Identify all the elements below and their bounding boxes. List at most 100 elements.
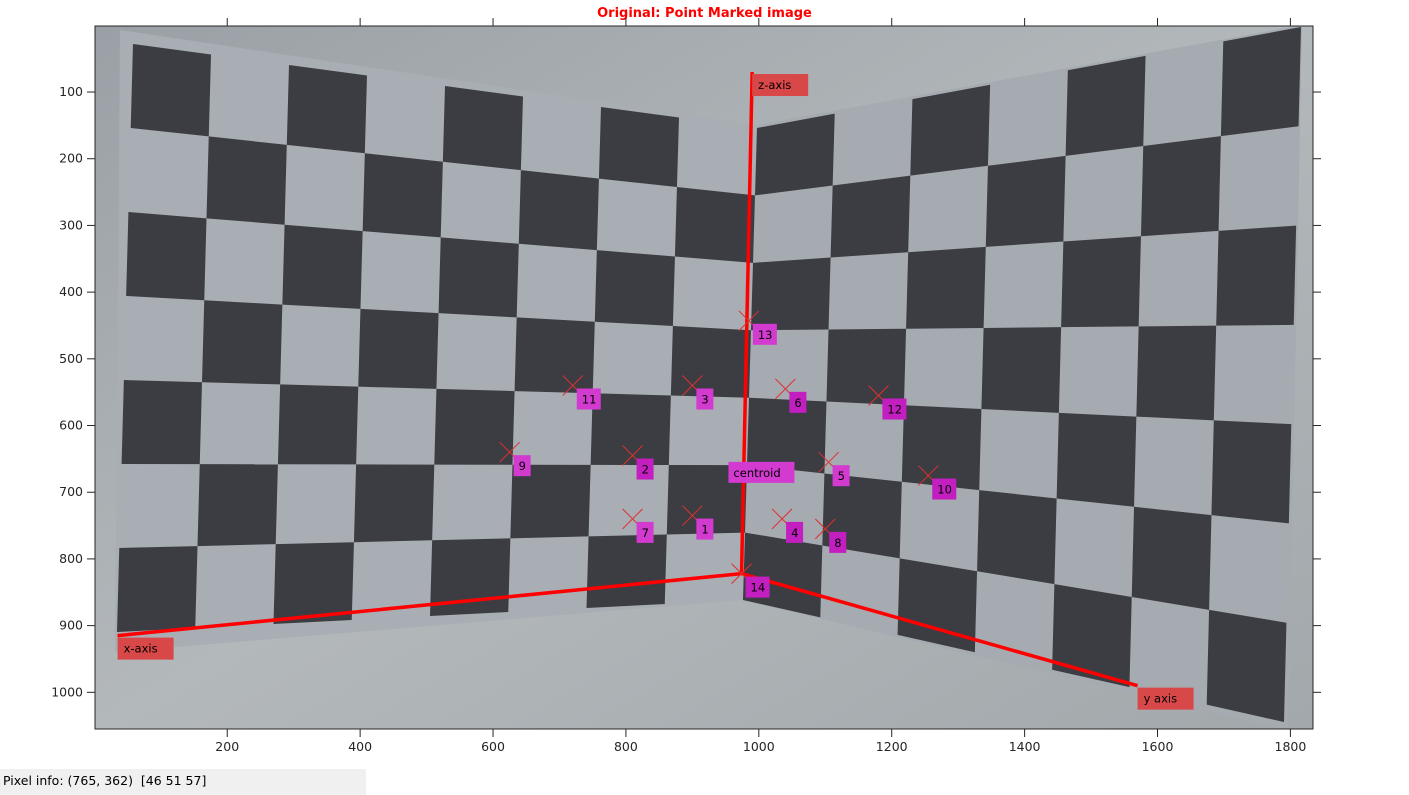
point-label: 10 bbox=[932, 478, 957, 500]
board-square bbox=[1140, 136, 1221, 237]
board-square bbox=[1220, 27, 1301, 137]
checkerboard-photo bbox=[95, 26, 1313, 729]
x-tick-label: 1600 bbox=[1142, 739, 1174, 754]
svg-text:6: 6 bbox=[794, 396, 801, 410]
point-label: 2 bbox=[636, 458, 654, 480]
pixel-info-coords: (765, 362) bbox=[67, 773, 133, 788]
board-square bbox=[514, 317, 595, 394]
point-label: 9 bbox=[513, 455, 531, 477]
svg-text:13: 13 bbox=[758, 328, 773, 342]
point-label: 14 bbox=[745, 576, 770, 598]
board-square bbox=[117, 546, 198, 632]
x-tick-label: 600 bbox=[481, 739, 505, 754]
point-label: 6 bbox=[789, 391, 807, 413]
svg-text:1: 1 bbox=[701, 523, 708, 537]
point-label: 12 bbox=[882, 398, 907, 420]
board-square bbox=[586, 534, 667, 608]
board-square bbox=[1056, 412, 1137, 507]
pixel-info-rgb: [46 51 57] bbox=[140, 773, 207, 788]
svg-text:2: 2 bbox=[642, 463, 649, 477]
z-axis-label: z-axis bbox=[752, 74, 809, 97]
board-square bbox=[830, 175, 911, 258]
x-tick-label: 1000 bbox=[743, 739, 775, 754]
x-tick-label: 200 bbox=[215, 739, 239, 754]
y-tick-label: 700 bbox=[59, 484, 83, 499]
board-square bbox=[674, 187, 755, 263]
board-square bbox=[282, 224, 363, 309]
y-tick-label: 500 bbox=[59, 351, 83, 366]
point-label: 1 bbox=[696, 518, 714, 540]
y-tick-label: 600 bbox=[59, 418, 83, 433]
y-tick-label: 100 bbox=[59, 84, 83, 99]
board-square bbox=[518, 170, 599, 251]
board-square bbox=[197, 464, 278, 547]
point-label: 11 bbox=[576, 388, 601, 410]
board-square bbox=[353, 464, 435, 543]
pixel-info-bar: Pixel info: (765, 362) [46 51 57] bbox=[0, 769, 366, 795]
board-square bbox=[670, 326, 751, 398]
x-tick-label: 1400 bbox=[1009, 739, 1041, 754]
board-square bbox=[906, 246, 986, 329]
y-axis-label: y axis bbox=[1137, 687, 1194, 710]
svg-text:9: 9 bbox=[519, 459, 526, 473]
point-label: 4 bbox=[786, 521, 804, 543]
y-tick-label: 200 bbox=[59, 151, 83, 166]
svg-text:z-axis: z-axis bbox=[758, 78, 791, 92]
point-label: 5 bbox=[832, 465, 850, 487]
board-square bbox=[202, 300, 283, 385]
board-square bbox=[1061, 236, 1141, 328]
x-tick-label: 1800 bbox=[1275, 739, 1307, 754]
board-square bbox=[981, 327, 1062, 413]
board-square bbox=[826, 328, 907, 406]
x-tick-label: 800 bbox=[614, 739, 638, 754]
x-tick-label: 400 bbox=[348, 739, 372, 754]
svg-text:centroid: centroid bbox=[733, 466, 780, 480]
svg-text:14: 14 bbox=[751, 581, 766, 595]
y-tick-label: 900 bbox=[59, 618, 83, 633]
x-axis-label: x-axis bbox=[117, 637, 174, 660]
board-square bbox=[1216, 225, 1297, 326]
board-square bbox=[442, 86, 523, 171]
board-square bbox=[277, 384, 359, 465]
board-square bbox=[434, 388, 515, 465]
x-tick-label: 1200 bbox=[876, 739, 908, 754]
y-tick-label: 1000 bbox=[51, 684, 83, 699]
svg-text:x-axis: x-axis bbox=[124, 642, 158, 656]
y-tick-label: 800 bbox=[59, 551, 83, 566]
point-label: 8 bbox=[829, 531, 847, 553]
centroid-label: centroid bbox=[728, 461, 795, 483]
svg-text:8: 8 bbox=[834, 536, 841, 550]
board-square bbox=[594, 250, 675, 326]
svg-text:12: 12 bbox=[887, 403, 902, 417]
image-axes[interactable]: 200 400 600 800 1000 1200 1400 1600 1800 1002003… bbox=[0, 0, 1409, 769]
svg-text:y axis: y axis bbox=[1144, 692, 1178, 706]
board-square bbox=[1206, 609, 1287, 722]
board-square bbox=[362, 153, 443, 238]
point-label: 3 bbox=[696, 388, 714, 410]
board-square bbox=[1131, 506, 1212, 610]
board-square bbox=[286, 65, 367, 154]
board-square bbox=[977, 490, 1057, 585]
svg-text:10: 10 bbox=[937, 483, 952, 497]
y-tick-label: 400 bbox=[59, 284, 83, 299]
point-label: 7 bbox=[636, 521, 654, 543]
board-square bbox=[598, 107, 679, 187]
y-tick-label: 300 bbox=[59, 217, 83, 232]
board-square bbox=[910, 84, 991, 176]
board-square bbox=[1065, 55, 1146, 156]
pixel-info-label: Pixel info: bbox=[3, 773, 64, 788]
board-square bbox=[901, 405, 982, 491]
svg-text:4: 4 bbox=[791, 526, 798, 540]
board-square bbox=[130, 44, 211, 137]
board-square bbox=[206, 136, 287, 225]
board-square bbox=[985, 155, 1066, 247]
svg-text:3: 3 bbox=[701, 393, 708, 407]
svg-text:11: 11 bbox=[582, 393, 597, 407]
board-square bbox=[751, 257, 831, 331]
svg-text:5: 5 bbox=[838, 469, 845, 483]
board-square bbox=[358, 308, 439, 389]
point-label: 13 bbox=[752, 323, 777, 345]
board-square bbox=[126, 212, 207, 301]
board-square bbox=[1211, 420, 1292, 524]
board-square bbox=[438, 237, 519, 318]
